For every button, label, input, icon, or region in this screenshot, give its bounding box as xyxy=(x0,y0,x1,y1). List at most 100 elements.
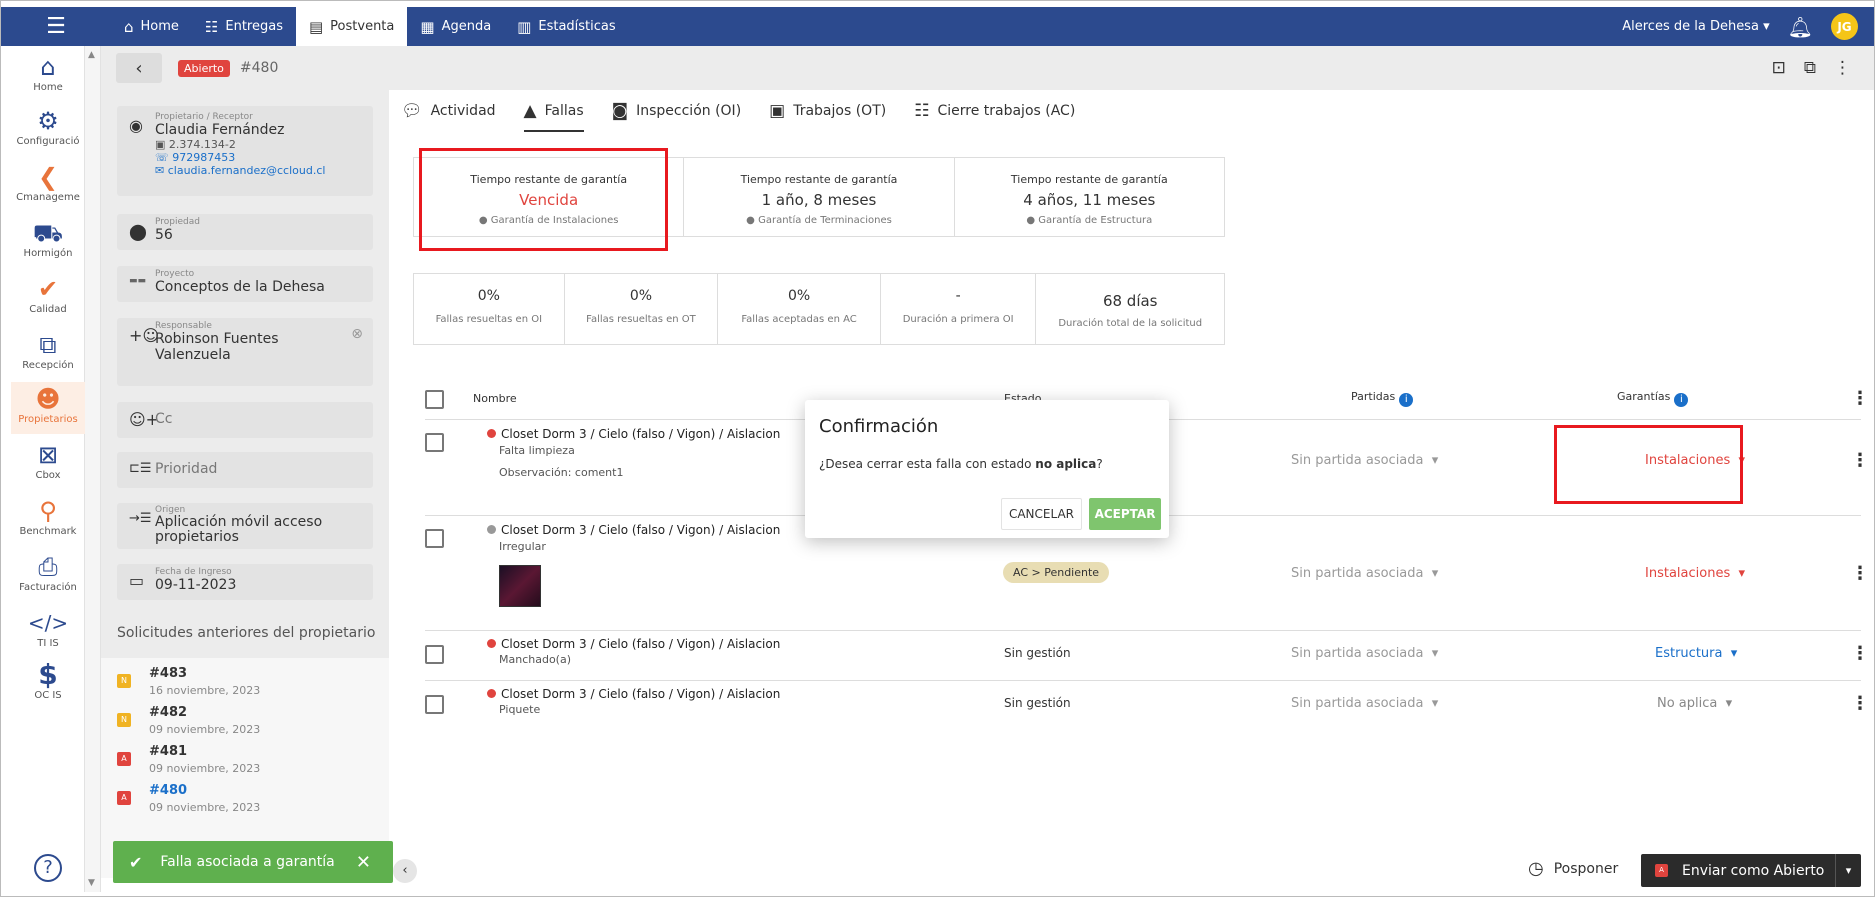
inspection-icon: ◙ xyxy=(611,101,629,121)
row-more-icon[interactable]: ⋮ xyxy=(1851,643,1869,664)
owner-email[interactable]: ✉ claudia.fernandez@ccloud.cl xyxy=(155,164,367,177)
tab-inspeccion[interactable]: ◙ Inspección (OI) xyxy=(612,90,742,132)
collapse-panel-button[interactable]: ‹ xyxy=(393,859,417,883)
sidebar-item-facturacion[interactable]: ⎙ Facturación xyxy=(11,552,85,604)
help-button[interactable]: ? xyxy=(11,854,85,888)
scroll-down-icon[interactable]: ▼ xyxy=(88,878,95,888)
row-more-icon[interactable]: ⋮ xyxy=(1851,563,1869,584)
row-more-icon[interactable]: ⋮ xyxy=(1851,693,1869,714)
date-card[interactable]: ▭ Fecha de Ingreso 09-11-2023 xyxy=(117,564,373,600)
person-circle-icon: ◉ xyxy=(129,116,143,135)
select-all-checkbox[interactable] xyxy=(425,390,444,409)
request-number: #483 xyxy=(149,666,188,681)
info-icon[interactable]: i xyxy=(1399,393,1414,407)
owner-phone[interactable]: ☏ 972987453 xyxy=(155,151,367,164)
project-small-label: Proyecto xyxy=(155,269,195,279)
partida-select[interactable]: Sin partida asociada ▾ xyxy=(1291,453,1438,468)
tab-actividad[interactable]: 💬︎ Actividad xyxy=(401,90,496,132)
scan-icon[interactable]: ⊡ xyxy=(1772,58,1786,78)
partida-select[interactable]: Sin partida asociada ▾ xyxy=(1291,566,1438,581)
previous-request-item[interactable]: A #480 09 noviembre, 2023 xyxy=(117,783,377,823)
accept-button[interactable]: ACEPTAR xyxy=(1089,498,1161,530)
nav-entregas[interactable]: ☷ Entregas xyxy=(192,7,296,46)
cancel-button[interactable]: CANCELAR xyxy=(1001,498,1082,530)
project-card[interactable]: ▬▬ Proyecto Conceptos de la Dehesa xyxy=(117,266,373,302)
sidebar-item-ti-is[interactable]: </> TI IS xyxy=(11,608,85,658)
nav-postventa[interactable]: ▤ Postventa xyxy=(295,7,408,46)
stat-value: - xyxy=(955,288,961,304)
request-status-badge: A xyxy=(117,791,131,805)
nav-home[interactable]: ⌂ Home xyxy=(111,7,192,46)
owner-card[interactable]: ◉ Propietario / Receptor Claudia Fernánd… xyxy=(117,106,373,196)
priority-card[interactable]: ⊏☰ Prioridad xyxy=(117,452,373,488)
clear-responsible-icon[interactable]: ⊗ xyxy=(351,326,363,342)
scroll-up-icon[interactable]: ▲ xyxy=(88,50,95,60)
sidebar-item-configuracion[interactable]: ⚙ Configuració xyxy=(11,106,85,158)
hamburger-menu-icon[interactable]: ☰ xyxy=(1,14,111,39)
sidebar-item-benchmark[interactable]: ⚲ Benchmark xyxy=(11,496,85,548)
back-button[interactable]: ‹ xyxy=(116,53,162,83)
user-avatar[interactable]: JG xyxy=(1831,13,1858,40)
nav-estadisticas[interactable]: ▥ Estadísticas xyxy=(504,7,628,46)
sidebar-item-recepcion[interactable]: ⧉ Recepción xyxy=(11,330,85,382)
sidebar-item-home[interactable]: ⌂ Home xyxy=(11,52,85,102)
nav-agenda[interactable]: ▦ Agenda xyxy=(407,7,504,46)
partida-select[interactable]: Sin partida asociada ▾ xyxy=(1291,646,1438,661)
stat-value: 0% xyxy=(629,288,653,304)
guarantee-select[interactable]: Instalaciones ▾ xyxy=(1645,566,1745,581)
table-row[interactable]: Closet Dorm 3 / Cielo (falso / Vigon) / … xyxy=(425,681,1869,729)
partida-select[interactable]: Sin partida asociada ▾ xyxy=(1291,696,1438,711)
tab-fallas[interactable]: ▲ Fallas xyxy=(523,90,584,132)
more-vertical-icon[interactable]: ⋮ xyxy=(1834,58,1851,78)
guarantee-select[interactable]: Estructura ▾ xyxy=(1655,646,1737,661)
location-pin-icon: ⬤ xyxy=(129,222,147,241)
sidebar-item-hormigon[interactable]: ⛟ Hormigón xyxy=(11,218,85,270)
table-row[interactable]: Closet Dorm 3 / Cielo (falso / Vigon) / … xyxy=(425,631,1869,681)
project-selector[interactable]: Alerces de la Dehesa ▾ xyxy=(1622,19,1769,34)
invoice-icon: ⎙ xyxy=(38,553,58,581)
previous-request-item[interactable]: A #481 09 noviembre, 2023 xyxy=(117,744,377,784)
sidebar-item-cmanagement[interactable]: ❮ Cmanageme xyxy=(11,162,85,214)
property-card[interactable]: ⬤ Propiedad 56 xyxy=(117,214,373,250)
row-checkbox[interactable] xyxy=(425,433,444,452)
open-external-icon[interactable]: ⧉ xyxy=(1804,58,1816,78)
row-checkbox[interactable] xyxy=(425,529,444,548)
origin-card[interactable]: →☰ Origen Aplicación móvil acceso propie… xyxy=(117,503,373,549)
failure-photo-thumbnail[interactable] xyxy=(499,565,541,607)
send-status-badge: A xyxy=(1655,864,1668,877)
more-vertical-icon[interactable]: ⋮ xyxy=(1851,388,1869,409)
tab-trabajos[interactable]: ▣ Trabajos (OT) xyxy=(769,90,886,132)
sidebar-item-propietarios[interactable]: ☻ Propietarios xyxy=(11,382,85,434)
previous-request-item[interactable]: N #483 16 noviembre, 2023 xyxy=(117,666,377,706)
notifications-bell-icon[interactable]: 🔔︎ xyxy=(1788,15,1813,39)
top-navbar: ☰ ⌂ Home ☷ Entregas ▤ Postventa ▦ Agenda… xyxy=(1,7,1874,46)
sidebar-item-cbox[interactable]: ⊠ Cbox xyxy=(11,440,85,492)
highlight-box xyxy=(419,148,668,251)
send-options-caret-icon[interactable]: ▾ xyxy=(1835,854,1861,887)
top-right-controls: Alerces de la Dehesa ▾ 🔔︎ JG xyxy=(1622,13,1874,40)
caret-down-icon: ▾ xyxy=(1427,646,1439,661)
send-button[interactable]: A Enviar como Abierto ▾ xyxy=(1641,854,1861,887)
chevron-left-icon: ‹ xyxy=(402,863,408,878)
reception-icon: ⧉ xyxy=(39,331,57,359)
info-icon[interactable]: i xyxy=(1674,393,1689,407)
owner-email-value: claudia.fernandez@ccloud.cl xyxy=(167,164,326,177)
sidebar-item-calidad[interactable]: ✔ Calidad xyxy=(11,274,85,326)
dialog-title: Confirmación xyxy=(819,416,939,437)
failure-title: Closet Dorm 3 / Cielo (falso / Vigon) / … xyxy=(487,637,780,651)
cc-card[interactable]: ☺+ Cc xyxy=(117,402,373,438)
previous-request-item[interactable]: N #482 09 noviembre, 2023 xyxy=(117,705,377,745)
row-more-icon[interactable]: ⋮ xyxy=(1851,450,1869,471)
close-toast-icon[interactable]: ✕ xyxy=(356,852,371,873)
tab-cierre-trabajos[interactable]: ☷ Cierre trabajos (AC) xyxy=(914,90,1075,132)
responsible-card[interactable]: +☺ Responsable Robinson Fuentes Valenzue… xyxy=(117,318,373,386)
nav-label: Entregas xyxy=(225,19,283,34)
guarantee-finishes: Tiempo restante de garantía 1 año, 8 mes… xyxy=(684,158,955,236)
row-checkbox[interactable] xyxy=(425,645,444,664)
sidebar-scrollbar[interactable]: ▲ ▼ xyxy=(85,46,101,892)
project-logo-icon: ▬▬ xyxy=(129,276,147,286)
row-checkbox[interactable] xyxy=(425,695,444,714)
postpone-button[interactable]: ◷ Posponer xyxy=(1528,858,1618,879)
sidebar-item-oc-is[interactable]: $ OC IS xyxy=(11,660,85,712)
guarantee-select[interactable]: No aplica ▾ xyxy=(1657,696,1732,711)
